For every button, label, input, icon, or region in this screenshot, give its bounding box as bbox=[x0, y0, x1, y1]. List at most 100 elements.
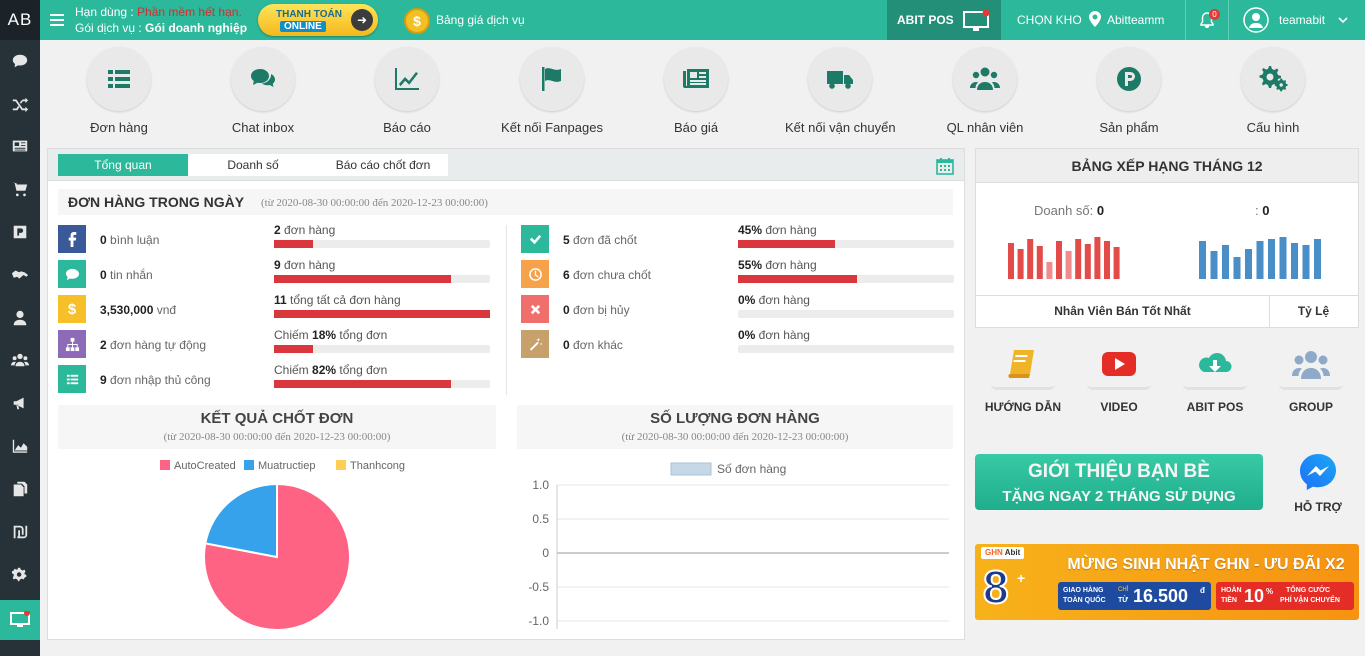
support-button[interactable]: HỖ TRỢ bbox=[1280, 452, 1356, 516]
avatar[interactable] bbox=[1243, 7, 1269, 33]
rank-bar bbox=[1084, 244, 1091, 279]
link-guide[interactable]: HƯỚNG DẪN bbox=[983, 340, 1063, 430]
divider bbox=[976, 295, 1358, 296]
sidebar-monitor-button[interactable] bbox=[0, 600, 40, 640]
closing-result-pie-chart: AutoCreated Muatructiep Thanhcong bbox=[160, 460, 405, 631]
ghn-promo-banner[interactable]: GHN Abit MỪNG SINH NHẬT GHN - ƯU ĐÃI X2 … bbox=[975, 544, 1359, 620]
promo-line2: TẶNG NGAY 2 THÁNG SỬ DỤNG bbox=[1002, 488, 1236, 505]
calendar-icon[interactable] bbox=[936, 157, 954, 175]
sidebar-handshake-icon[interactable] bbox=[0, 260, 40, 290]
chevron-down-icon[interactable] bbox=[1338, 17, 1348, 24]
sidebar-newspaper-icon[interactable] bbox=[0, 131, 40, 161]
rank-bar bbox=[1027, 239, 1034, 279]
orders-today-header: ĐƠN HÀNG TRONG NGÀY (từ 2020-08-30 00:00… bbox=[58, 189, 953, 215]
progress-bar bbox=[274, 380, 490, 388]
menu-toggle-button[interactable] bbox=[50, 11, 64, 29]
price-list-link[interactable]: Bảng giá dịch vụ bbox=[436, 13, 525, 27]
ghn-plus: + bbox=[1017, 570, 1026, 586]
pay-online-button[interactable]: THANH TOÁN ONLINE ➜ bbox=[258, 4, 378, 36]
sidebar-cart-icon[interactable] bbox=[0, 174, 40, 204]
sidebar-files-icon[interactable] bbox=[0, 474, 40, 504]
feature-label: Chat inbox bbox=[231, 120, 295, 135]
stat-label: 0 đơn khác bbox=[563, 338, 623, 352]
divider bbox=[1228, 0, 1229, 40]
username[interactable]: teamabit bbox=[1279, 13, 1325, 27]
link-abit-pos[interactable]: ABIT POS bbox=[1175, 340, 1255, 430]
sidebar-chat-icon[interactable] bbox=[0, 46, 40, 76]
legend-swatch bbox=[670, 462, 712, 476]
progress-bar bbox=[274, 240, 490, 248]
progress-bar bbox=[274, 310, 490, 318]
sidebar-shuffle-icon[interactable] bbox=[0, 89, 40, 119]
progress-fill bbox=[274, 345, 313, 353]
feature-staff[interactable]: QL nhân viên bbox=[930, 47, 1040, 137]
link-group[interactable]: GROUP bbox=[1271, 340, 1351, 430]
rank-bar bbox=[1279, 237, 1287, 279]
warehouse-label[interactable]: CHỌN KHO bbox=[1017, 13, 1082, 27]
feature-products[interactable]: Sản phẩm bbox=[1074, 47, 1184, 137]
sidebar-gears-icon[interactable] bbox=[0, 560, 40, 590]
stat-label: 5 đơn đã chốt bbox=[563, 233, 637, 247]
tab-closing-report[interactable]: Báo cáo chốt đơn bbox=[318, 154, 448, 176]
rank-bar bbox=[1017, 249, 1024, 279]
app-logo[interactable]: AB bbox=[0, 0, 40, 40]
ghn-offer-cashback: HOÀN TIỀN 10 % TỔNG CƯỚC PHÍ VẬN CHUYỂN bbox=[1216, 582, 1354, 610]
chart-icon bbox=[395, 68, 419, 90]
stat-label: 0 tin nhắn bbox=[100, 268, 153, 282]
sidebar-user-icon[interactable] bbox=[0, 303, 40, 333]
divider bbox=[506, 225, 507, 395]
clock-icon bbox=[521, 260, 549, 288]
pie-slice bbox=[204, 482, 278, 559]
progress-bar bbox=[738, 240, 954, 248]
link-label: ABIT POS bbox=[1186, 400, 1244, 414]
ranking-title: BẢNG XẾP HẠNG THÁNG 12 bbox=[976, 149, 1358, 183]
dollar-icon: $ bbox=[58, 295, 86, 323]
feature-settings[interactable]: Cấu hình bbox=[1218, 47, 1328, 137]
link-video[interactable]: VIDEO bbox=[1079, 340, 1159, 430]
chat-icon bbox=[58, 260, 86, 288]
sidebar-product-icon[interactable] bbox=[0, 217, 40, 247]
support-label: HỖ TRỢ bbox=[1294, 500, 1342, 514]
closing-result-header: KẾT QUẢ CHỐT ĐƠN (từ 2020-08-30 00:00:00… bbox=[58, 405, 496, 449]
rank-bar bbox=[1046, 262, 1053, 279]
feature-quotes[interactable]: Báo giá bbox=[641, 47, 751, 137]
sidebar-area-chart-icon[interactable] bbox=[0, 431, 40, 461]
order-count-range: (từ 2020-08-30 00:00:00 đến 2020-12-23 0… bbox=[621, 431, 849, 443]
sidebar-users-icon[interactable] bbox=[0, 345, 40, 375]
closing-result-title: KẾT QUẢ CHỐT ĐƠN bbox=[200, 410, 354, 427]
tab-sales[interactable]: Doanh số bbox=[188, 154, 318, 176]
refer-friend-banner[interactable]: GIỚI THIỆU BẠN BÈ TẶNG NGAY 2 THÁNG SỬ D… bbox=[975, 454, 1263, 510]
rank-bar bbox=[1036, 246, 1043, 279]
newspaper-icon bbox=[683, 69, 709, 88]
feature-reports[interactable]: Báo cáo bbox=[352, 47, 462, 137]
progress-fill bbox=[274, 240, 313, 248]
orders-today-range: (từ 2020-08-30 00:00:00 đến 2020-12-23 0… bbox=[261, 197, 488, 209]
sidebar-shekel-icon[interactable] bbox=[0, 517, 40, 547]
y-tick-label: 0.5 bbox=[532, 512, 549, 526]
link-label: GROUP bbox=[1288, 400, 1333, 414]
order-count-line-chart: Số đơn hàng 1.0 0.5 0 -0.5 -1.0 bbox=[528, 462, 949, 629]
warehouse-value[interactable]: Abitteamm bbox=[1107, 13, 1164, 27]
feature-shipping[interactable]: Kết nối vận chuyển bbox=[785, 47, 896, 137]
legend-swatch bbox=[160, 460, 170, 470]
tab-overview[interactable]: Tổng quan bbox=[58, 154, 188, 176]
abit-pos-button[interactable]: ABIT POS bbox=[887, 0, 1001, 40]
feature-fanpages[interactable]: Kết nối Fanpages bbox=[497, 47, 607, 137]
truck-icon bbox=[827, 71, 853, 89]
expire-info: Hạn dùng : Phần mềm hết hạn. bbox=[75, 5, 242, 19]
bar-label: 55% đơn hàng bbox=[738, 258, 817, 272]
feature-orders[interactable]: Đơn hàng bbox=[64, 47, 174, 137]
abit-pos-label: ABIT POS bbox=[897, 13, 954, 27]
order-count-header: SỐ LƯỢNG ĐƠN HÀNG (từ 2020-08-30 00:00:0… bbox=[517, 405, 953, 449]
sidebar-bullhorn-icon[interactable] bbox=[0, 388, 40, 418]
ghn-anniversary-number: 8 bbox=[982, 561, 1010, 613]
bar-label: 2 đơn hàng bbox=[274, 223, 336, 237]
list-icon bbox=[108, 70, 130, 88]
feature-chat-inbox[interactable]: Chat inbox bbox=[208, 47, 318, 137]
ghn-title: MỪNG SINH NHẬT GHN - ƯU ĐÃI X2 bbox=[1067, 556, 1345, 573]
notification-badge: 0 bbox=[1209, 9, 1220, 20]
link-label: VIDEO bbox=[1100, 400, 1138, 414]
messenger-icon bbox=[1300, 454, 1336, 490]
stat-row-not-closed: 6 đơn chưa chốt 55% đơn hàng bbox=[521, 258, 954, 290]
rank-bar bbox=[1256, 241, 1264, 279]
